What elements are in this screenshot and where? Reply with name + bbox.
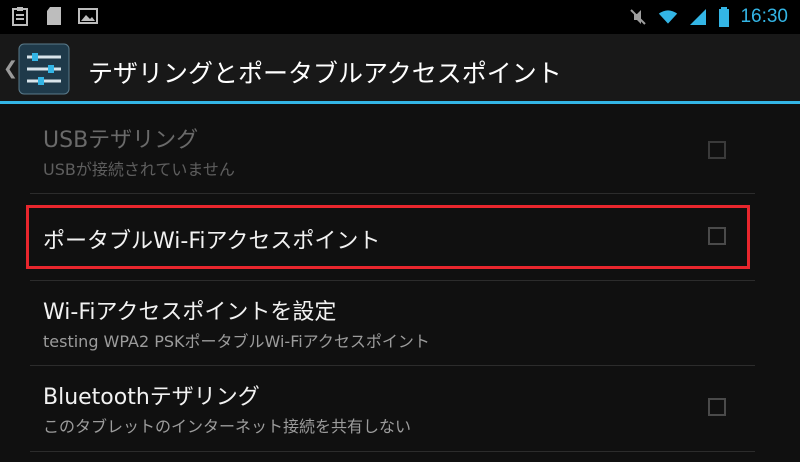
bluetooth-tethering-summary: このタブレットのインターネット接続を共有しない [43, 417, 412, 436]
action-bar: ❮ テザリングとポータブルアクセスポイント [0, 34, 800, 104]
settings-sliders-icon[interactable] [18, 43, 70, 95]
usb-tethering-summary: USBが接続されていません [43, 160, 235, 179]
usb-tethering-checkbox [708, 141, 726, 159]
status-bar: 16:30 [0, 0, 800, 34]
mute-icon [630, 9, 647, 25]
highlight-box [26, 205, 750, 269]
divider [30, 280, 755, 281]
configure-wifi-hotspot-summary: testing WPA2 PSKポータブルWi-Fiアクセスポイント [43, 332, 430, 351]
divider [30, 193, 755, 194]
list-item-bluetooth-tethering[interactable]: Bluetoothテザリング このタブレットのインターネット接続を共有しない [30, 377, 755, 449]
divider [30, 365, 755, 366]
sd-card-icon [47, 7, 61, 25]
up-chevron-icon[interactable]: ❮ [3, 58, 18, 79]
battery-icon [719, 7, 730, 27]
bluetooth-tethering-title: Bluetoothテザリング [43, 385, 260, 410]
page-title: テザリングとポータブルアクセスポイント [88, 59, 562, 88]
list-item-usb-tethering: USBテザリング USBが接続されていません [30, 120, 755, 192]
clock: 16:30 [740, 6, 788, 27]
divider [30, 451, 755, 452]
signal-icon [690, 9, 707, 25]
image-icon [78, 8, 98, 24]
clipboard-icon [12, 7, 28, 26]
bluetooth-tethering-checkbox[interactable] [708, 398, 726, 416]
wifi-icon [659, 10, 678, 24]
configure-wifi-hotspot-title: Wi-Fiアクセスポイントを設定 [43, 300, 337, 325]
list-item-configure-wifi-hotspot[interactable]: Wi-Fiアクセスポイントを設定 testing WPA2 PSKポータブルWi… [30, 292, 755, 364]
usb-tethering-title: USBテザリング [43, 128, 199, 153]
